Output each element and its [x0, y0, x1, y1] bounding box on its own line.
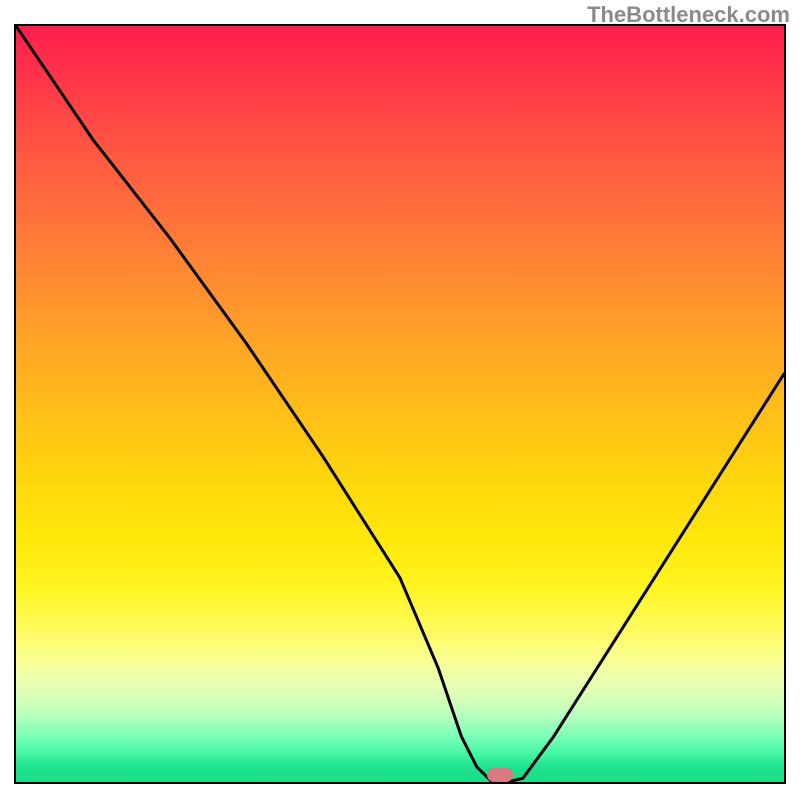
plot-frame: [14, 24, 786, 784]
optimum-marker-icon: [487, 768, 513, 782]
watermark-text: TheBottleneck.com: [587, 2, 790, 28]
bottleneck-curve: [16, 26, 784, 782]
plot-area: [16, 26, 784, 782]
curve-svg: [16, 26, 784, 782]
